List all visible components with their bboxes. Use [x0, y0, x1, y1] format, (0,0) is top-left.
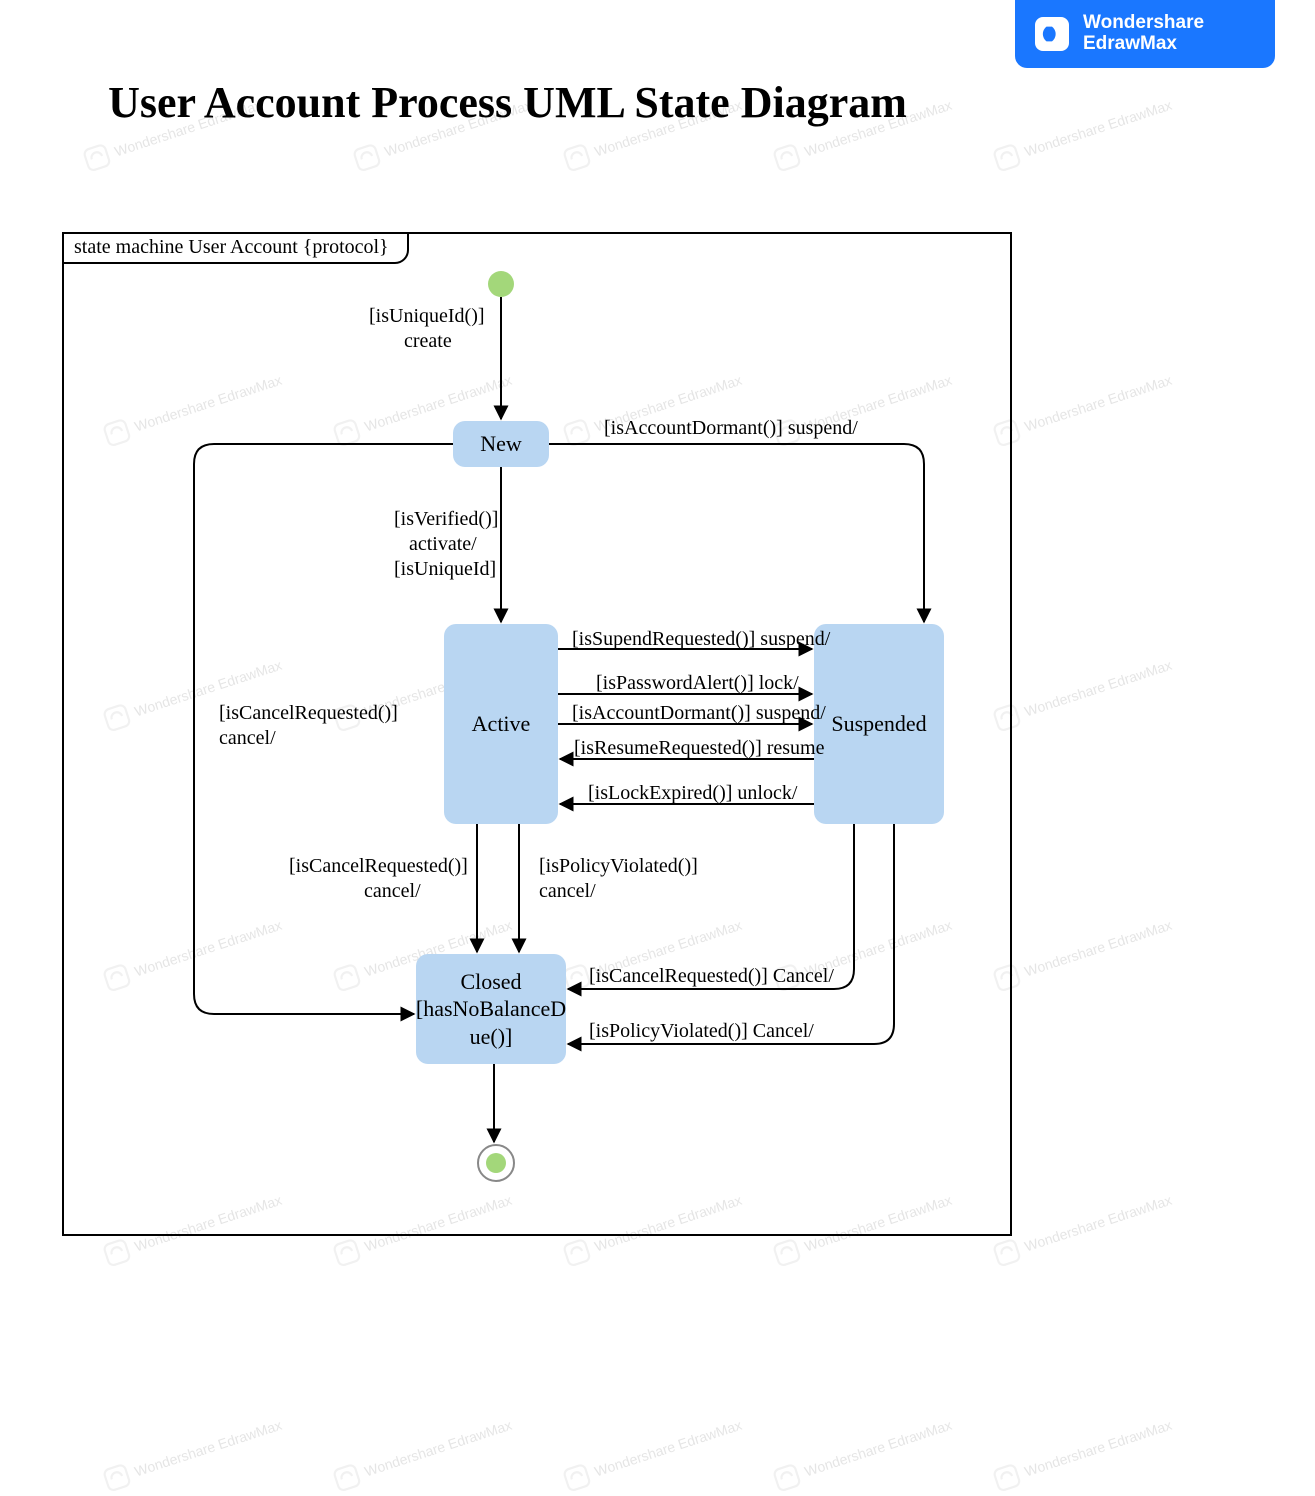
- page: Wondershare EdrawMax Wondershare EdrawMa…: [0, 0, 1315, 1496]
- label-new-to-active: [isVerified()] activate/ [isUniqueId]: [394, 507, 498, 582]
- initial-state-node: [488, 271, 514, 297]
- label-active-to-closed-left: [isCancelRequested()] cancel/: [289, 854, 468, 904]
- state-active: Active: [444, 624, 558, 824]
- state-new: New: [453, 421, 549, 467]
- edrawmax-logo-icon: [1035, 17, 1069, 51]
- state-machine-frame: state machine User Account {protocol} Ne…: [62, 232, 1012, 1236]
- state-closed: Closed [hasNoBalanceD ue()]: [416, 954, 566, 1064]
- label-active-to-suspended-1: [isSupendRequested()] suspend/: [572, 627, 830, 652]
- watermark: Wondershare EdrawMax: [991, 367, 1176, 449]
- watermark: Wondershare EdrawMax: [991, 92, 1176, 174]
- label-active-to-closed-right: [isPolicyViolated()] cancel/: [539, 854, 698, 904]
- label-new-to-suspended: [isAccountDormant()] suspend/: [604, 416, 858, 441]
- watermark: Wondershare EdrawMax: [991, 652, 1176, 734]
- label-suspended-to-closed-1: [isCancelRequested()] Cancel/: [589, 964, 834, 989]
- frame-label: state machine User Account {protocol}: [62, 232, 409, 264]
- watermark: Wondershare EdrawMax: [331, 1412, 516, 1494]
- label-suspended-to-closed-2: [isPolicyViolated()] Cancel/: [589, 1019, 814, 1044]
- watermark: Wondershare EdrawMax: [991, 1187, 1176, 1269]
- brand-badge: Wondershare EdrawMax: [1015, 0, 1275, 68]
- label-left-cancel: [isCancelRequested()] cancel/: [219, 701, 398, 751]
- watermark: Wondershare EdrawMax: [771, 1412, 956, 1494]
- brand-text: Wondershare EdrawMax: [1083, 13, 1204, 55]
- label-active-to-suspended-2: [isPasswordAlert()] lock/: [596, 671, 799, 696]
- watermark: Wondershare EdrawMax: [101, 1412, 286, 1494]
- label-suspended-to-active-1: [isResumeRequested()] resume: [574, 736, 824, 761]
- watermark: Wondershare EdrawMax: [991, 1412, 1176, 1494]
- final-state-node: [477, 1144, 515, 1182]
- watermark: Wondershare EdrawMax: [991, 912, 1176, 994]
- watermark: Wondershare EdrawMax: [561, 1412, 746, 1494]
- diagram-title: User Account Process UML State Diagram: [0, 78, 1015, 129]
- label-suspended-to-active-2: [isLockExpired()] unlock/: [588, 781, 797, 806]
- label-active-to-suspended-3: [isAccountDormant()] suspend/: [572, 701, 826, 726]
- label-init-to-new: [isUniqueId()] create: [369, 304, 485, 354]
- state-suspended: Suspended: [814, 624, 944, 824]
